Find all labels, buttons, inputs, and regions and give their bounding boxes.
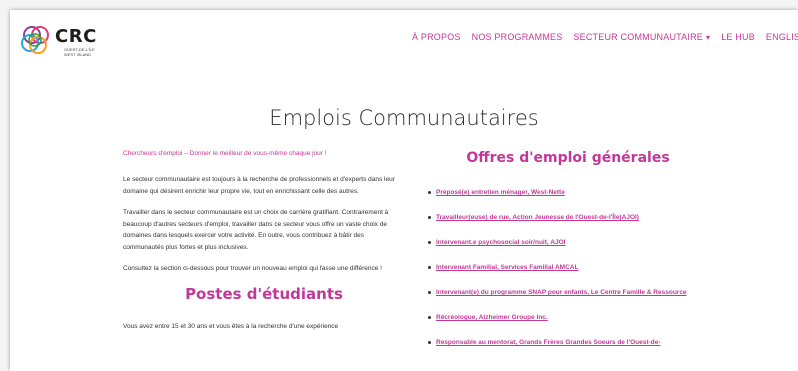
bullet-icon — [428, 316, 431, 319]
nav-item-secteur-communautaire[interactable]: SECTEUR COMMUNAUTAIRE ▾ — [573, 32, 710, 42]
tagline: Chercheurs d'emploi – Donner le meilleur… — [123, 150, 327, 157]
browser-page: CRC OUEST-DE-L'ÎLE WEST ISLAND À PROPOS … — [10, 10, 798, 371]
nav-item-english[interactable]: ENGLISH — [766, 32, 798, 42]
site-header: CRC OUEST-DE-L'ÎLE WEST ISLAND À PROPOS … — [10, 10, 798, 70]
nav-item-a-propos[interactable]: À PROPOS — [412, 32, 461, 42]
intro-paragraph: Le secteur communautaire est toujours à … — [123, 176, 395, 195]
nav-item-nos-programmes[interactable]: NOS PROGRAMMES — [472, 32, 563, 42]
job-link[interactable]: Travailleur(euse) de rue, Action Jeuness… — [436, 213, 639, 223]
bullet-icon — [428, 291, 431, 294]
list-item: Intervenant.e psychosocial soir/nuit, AJ… — [428, 238, 708, 248]
main-nav: À PROPOS NOS PROGRAMMES SECTEUR COMMUNAU… — [412, 32, 798, 42]
list-item: Préposé(e) entretien ménager, West-Nette — [428, 188, 708, 198]
students-paragraph: Vous avez entre 15 et 30 ans et vous ête… — [123, 322, 339, 330]
job-link[interactable]: Intervenant.e psychosocial soir/nuit, AJ… — [436, 238, 565, 248]
list-item: Intervenant(e) du programme SNAP pour en… — [428, 288, 708, 298]
nav-item-le-hub[interactable]: LE HUB — [721, 32, 755, 42]
intro-column: Chercheurs d'emploi – Donner le meilleur… — [123, 150, 405, 342]
site-logo[interactable]: CRC OUEST-DE-L'ÎLE WEST ISLAND — [20, 24, 110, 60]
logo-name: CRC — [55, 26, 97, 47]
page-title: Emplois Communautaires — [269, 106, 539, 130]
list-item: Intervenant Familial, Services Familial … — [428, 263, 708, 273]
job-link[interactable]: Intervenant(e) du programme SNAP pour en… — [436, 288, 687, 298]
bullet-icon — [428, 266, 431, 269]
logo-circles-icon — [21, 26, 49, 54]
job-link[interactable]: Responsable au mentorat, Grands Frères G… — [436, 338, 660, 348]
list-item: Récréologue, Alzheimer Groupe Inc. — [428, 313, 708, 323]
logo-subtitle: OUEST-DE-L'ÎLE WEST ISLAND — [64, 47, 95, 57]
job-offers-column: Offres d'emploi générales Préposé(e) ent… — [428, 150, 708, 363]
intro-paragraph: Consultez la section ci-dessous pour tro… — [123, 265, 382, 272]
bullet-icon — [428, 191, 431, 194]
job-link[interactable]: Préposé(e) entretien ménager, West-Nette — [436, 188, 565, 198]
job-link[interactable]: Intervenant Familial, Services Familial … — [436, 263, 578, 273]
chevron-down-icon: ▾ — [705, 33, 711, 42]
bullet-icon — [428, 216, 431, 219]
students-section-title: Postes d'étudiants — [185, 284, 343, 303]
bullet-icon — [428, 241, 431, 244]
job-offers-title: Offres d'emploi générales — [466, 150, 670, 166]
list-item: Responsable au mentorat, Grands Frères G… — [428, 338, 708, 348]
bullet-icon — [428, 341, 431, 344]
job-list: Préposé(e) entretien ménager, West-Nette… — [428, 188, 708, 348]
intro-paragraph: Travailler dans le secteur communautaire… — [123, 209, 389, 251]
job-link[interactable]: Récréologue, Alzheimer Groupe Inc. — [436, 313, 548, 323]
list-item: Travailleur(euse) de rue, Action Jeuness… — [428, 213, 708, 223]
